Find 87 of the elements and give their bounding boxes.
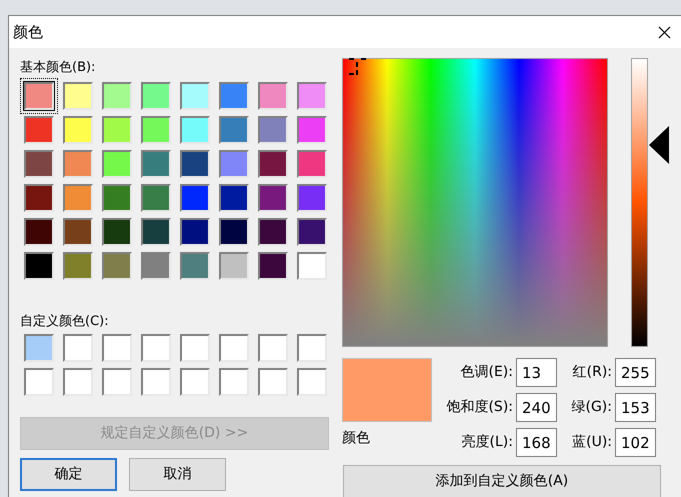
color-swatch[interactable] bbox=[24, 184, 54, 212]
color-swatch[interactable] bbox=[102, 150, 132, 178]
color-swatch[interactable] bbox=[24, 334, 54, 362]
color-swatch[interactable] bbox=[180, 218, 210, 246]
color-swatch[interactable] bbox=[258, 252, 288, 280]
color-swatch[interactable] bbox=[180, 252, 210, 280]
color-swatch[interactable] bbox=[141, 184, 171, 212]
rgb-field[interactable]: 153 bbox=[615, 393, 656, 422]
color-swatch[interactable] bbox=[63, 116, 93, 144]
color-swatch[interactable] bbox=[258, 368, 288, 396]
color-swatch[interactable] bbox=[63, 150, 93, 178]
color-swatch[interactable] bbox=[258, 218, 288, 246]
hsl-field[interactable]: 240 bbox=[516, 393, 557, 422]
color-swatch[interactable] bbox=[297, 116, 327, 144]
color-swatch[interactable] bbox=[141, 334, 171, 362]
color-swatch[interactable] bbox=[24, 218, 54, 246]
color-swatch[interactable] bbox=[219, 116, 249, 144]
color-swatch[interactable] bbox=[102, 116, 132, 144]
luminance-bar[interactable] bbox=[631, 58, 648, 347]
color-swatch[interactable] bbox=[180, 150, 210, 178]
color-swatch[interactable] bbox=[63, 368, 93, 396]
color-swatch[interactable] bbox=[180, 368, 210, 396]
color-swatch[interactable] bbox=[258, 334, 288, 362]
crosshair-icon bbox=[349, 58, 366, 75]
hsl-label: 色调(E): bbox=[460, 363, 514, 382]
preview-label: 颜色 bbox=[342, 429, 371, 448]
color-swatch[interactable] bbox=[219, 368, 249, 396]
color-swatch[interactable] bbox=[141, 218, 171, 246]
color-swatch[interactable] bbox=[297, 82, 327, 110]
color-swatch[interactable] bbox=[219, 218, 249, 246]
color-swatch[interactable] bbox=[297, 334, 327, 362]
color-swatch[interactable] bbox=[63, 184, 93, 212]
color-swatch[interactable] bbox=[219, 184, 249, 212]
hsl-label: 亮度(L): bbox=[460, 433, 514, 452]
color-swatch[interactable] bbox=[102, 184, 132, 212]
hsl-field[interactable]: 168 bbox=[516, 428, 557, 457]
rgb-label: 绿(G): bbox=[570, 398, 613, 417]
hsl-label: 饱和度(S): bbox=[445, 398, 514, 417]
color-swatch[interactable] bbox=[24, 368, 54, 396]
color-swatch[interactable] bbox=[297, 184, 327, 212]
color-swatch[interactable] bbox=[297, 368, 327, 396]
color-swatch[interactable] bbox=[102, 368, 132, 396]
close-icon[interactable] bbox=[658, 26, 671, 38]
ok-button[interactable]: 确定 bbox=[20, 458, 117, 491]
color-swatch[interactable] bbox=[219, 334, 249, 362]
color-swatch[interactable] bbox=[180, 334, 210, 362]
window-title: 颜色 bbox=[13, 22, 43, 43]
color-swatch[interactable] bbox=[141, 116, 171, 144]
add-to-custom-colors-button[interactable]: 添加到自定义颜色(A) bbox=[343, 465, 661, 497]
color-swatch[interactable] bbox=[102, 252, 132, 280]
color-swatch[interactable] bbox=[219, 252, 249, 280]
color-swatch[interactable] bbox=[258, 184, 288, 212]
color-swatch[interactable] bbox=[258, 150, 288, 178]
color-swatch[interactable] bbox=[180, 116, 210, 144]
color-swatch[interactable] bbox=[141, 150, 171, 178]
color-spectrum[interactable] bbox=[342, 58, 608, 347]
color-swatch[interactable] bbox=[219, 82, 249, 110]
color-swatch[interactable] bbox=[24, 252, 54, 280]
color-swatch[interactable] bbox=[63, 334, 93, 362]
color-swatch[interactable] bbox=[24, 116, 54, 144]
color-swatch[interactable] bbox=[141, 368, 171, 396]
color-swatch[interactable] bbox=[141, 252, 171, 280]
color-swatch[interactable] bbox=[297, 150, 327, 178]
color-swatch[interactable] bbox=[180, 184, 210, 212]
color-swatch[interactable] bbox=[297, 218, 327, 246]
rgb-field[interactable]: 255 bbox=[615, 358, 656, 387]
hsl-field[interactable]: 13 bbox=[516, 358, 557, 387]
rgb-label: 红(R): bbox=[572, 363, 613, 382]
color-swatch[interactable] bbox=[258, 82, 288, 110]
color-swatch[interactable] bbox=[219, 150, 249, 178]
color-swatch[interactable] bbox=[102, 82, 132, 110]
rgb-field[interactable]: 102 bbox=[615, 428, 656, 457]
color-swatch[interactable] bbox=[297, 252, 327, 280]
color-swatch[interactable] bbox=[63, 218, 93, 246]
luminance-arrow-icon[interactable] bbox=[649, 126, 669, 164]
color-swatch[interactable] bbox=[180, 82, 210, 110]
color-swatch[interactable] bbox=[102, 334, 132, 362]
custom-colors-label: 自定义颜色(C): bbox=[20, 313, 110, 331]
rgb-label: 蓝(U): bbox=[571, 433, 613, 452]
color-swatch[interactable] bbox=[141, 82, 171, 110]
cancel-button[interactable]: 取消 bbox=[129, 458, 226, 491]
color-swatch[interactable] bbox=[102, 218, 132, 246]
color-swatch[interactable] bbox=[258, 116, 288, 144]
basic-colors-label: 基本颜色(B): bbox=[20, 59, 96, 77]
color-swatch[interactable] bbox=[63, 252, 93, 280]
color-swatch[interactable] bbox=[63, 82, 93, 110]
color-swatch[interactable] bbox=[24, 150, 54, 178]
